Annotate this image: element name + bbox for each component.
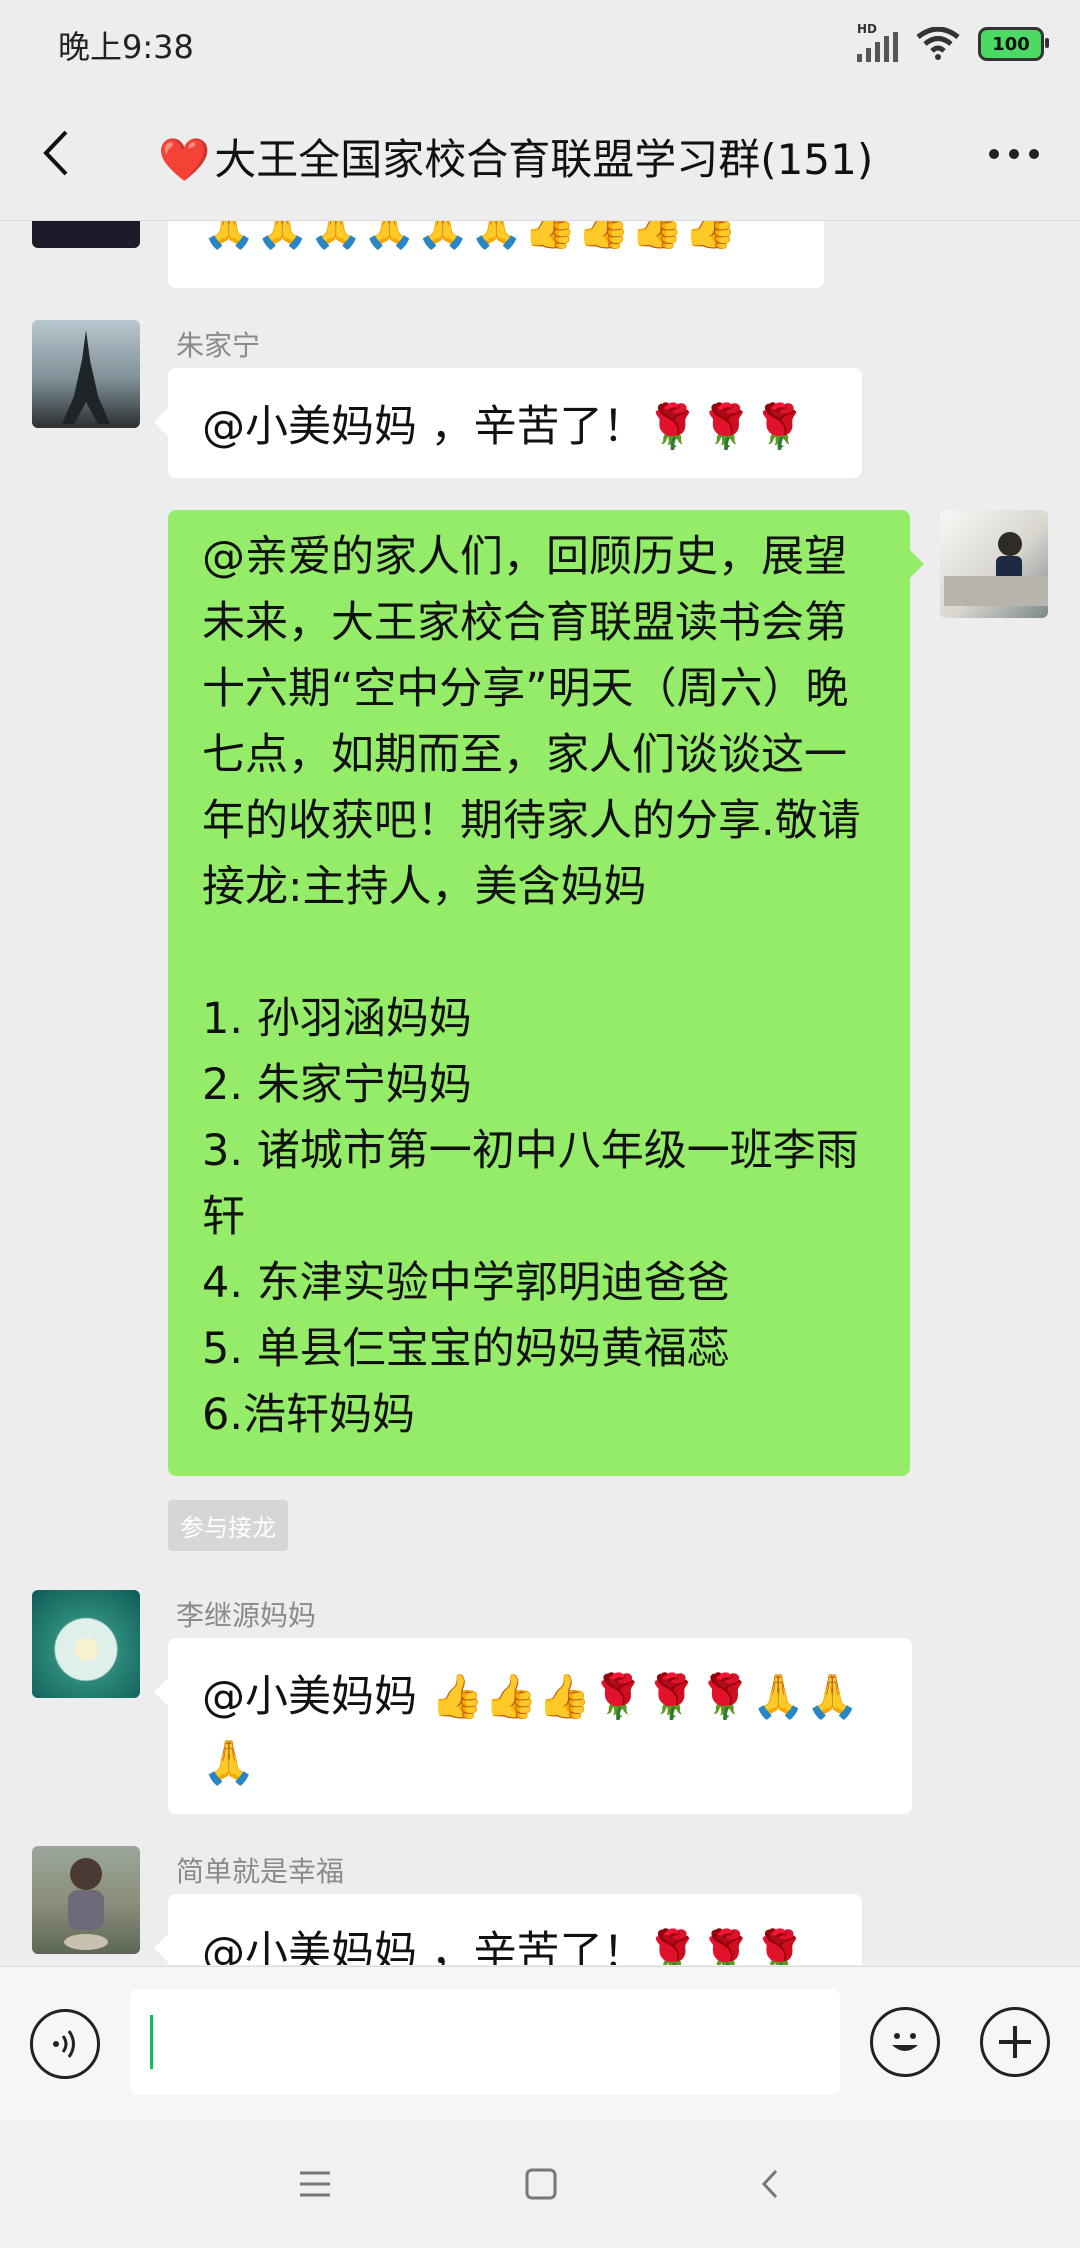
message-bubble[interactable]: @小美妈妈 ，辛苦了！🌹🌹🌹	[154, 368, 862, 478]
status-icons: HD 100	[857, 22, 1049, 66]
back-arrow-icon[interactable]	[38, 128, 78, 178]
network-type-label: HD	[857, 22, 878, 36]
chat-area[interactable]: 🙏🙏🙏🙏🙏🙏👍👍👍👍 朱家宁 @小美妈妈 ，辛苦了！🌹🌹🌹 @亲爱的家人们，回顾…	[0, 220, 1080, 1965]
avatar[interactable]	[32, 1846, 140, 1954]
sent-message-bubble[interactable]: @亲爱的家人们，回顾历史，展望未来，大王家校合育联盟读书会第十六期“空中分享”明…	[168, 510, 924, 1476]
signal-icon: HD	[857, 22, 898, 62]
avatar[interactable]	[32, 320, 140, 428]
more-functions-button[interactable]	[980, 2007, 1050, 2077]
message-text: @小美妈妈 👍👍👍🌹🌹🌹🙏🙏🙏	[202, 1672, 859, 1788]
more-options-icon[interactable]	[986, 146, 1042, 162]
message-input[interactable]	[130, 1989, 840, 2095]
message-bubble[interactable]: @小美妈妈 ，辛苦了！🌹🌹🌹	[154, 1894, 862, 1965]
sender-name: 朱家宁	[176, 329, 261, 362]
wifi-icon	[916, 27, 960, 60]
join-chain-tag[interactable]: 参与接龙	[168, 1500, 288, 1551]
message-bubble[interactable]: @小美妈妈 👍👍👍🌹🌹🌹🙏🙏🙏	[154, 1638, 912, 1814]
status-time: 晚上9:38	[58, 28, 194, 66]
text-cursor	[150, 2015, 153, 2069]
sender-name: 简单就是幸福	[176, 1855, 345, 1888]
child-photo	[64, 1858, 108, 1950]
message-text: @小美妈妈 ，辛苦了！🌹🌹🌹	[202, 402, 807, 452]
smile-icon	[892, 2033, 918, 2051]
group-title-text: 大王全国家校合育联盟学习群(151)	[214, 135, 874, 184]
voice-icon	[53, 2030, 75, 2058]
avatar[interactable]	[32, 220, 140, 248]
message-text: @亲爱的家人们，回顾历史，展望未来，大王家校合育联盟读书会第十六期“空中分享”明…	[202, 532, 861, 1440]
system-navigation-bar	[0, 2121, 1080, 2248]
emoji-button[interactable]	[870, 2007, 940, 2077]
chat-header: ❤️大王全国家校合育联盟学习群(151)	[0, 88, 1080, 221]
avatar[interactable]	[32, 1590, 140, 1698]
message-text: @小美妈妈 ，辛苦了！🌹🌹🌹	[202, 1928, 807, 1965]
voice-input-button[interactable]	[30, 2009, 100, 2079]
battery-icon: 100	[978, 27, 1049, 61]
message-text: 🙏🙏🙏🙏🙏🙏👍👍👍👍	[202, 220, 738, 252]
status-bar: 晚上9:38 HD 100	[0, 0, 1080, 88]
group-title: ❤️大王全国家校合育联盟学习群(151)	[158, 126, 938, 187]
heart-emoji: ❤️	[158, 135, 211, 184]
input-bar	[0, 1966, 1080, 2121]
battery-level: 100	[992, 33, 1030, 55]
my-avatar[interactable]	[940, 510, 1048, 618]
home-icon[interactable]	[524, 2167, 558, 2201]
child-photo	[944, 532, 1048, 606]
recent-apps-icon[interactable]	[298, 2167, 332, 2201]
sender-name: 李继源妈妈	[176, 1599, 317, 1632]
plus-icon	[999, 2026, 1031, 2058]
eiffel-tower-image	[62, 330, 110, 424]
system-back-icon[interactable]	[754, 2167, 788, 2201]
message-bubble[interactable]: 🙏🙏🙏🙏🙏🙏👍👍👍👍	[168, 220, 824, 288]
